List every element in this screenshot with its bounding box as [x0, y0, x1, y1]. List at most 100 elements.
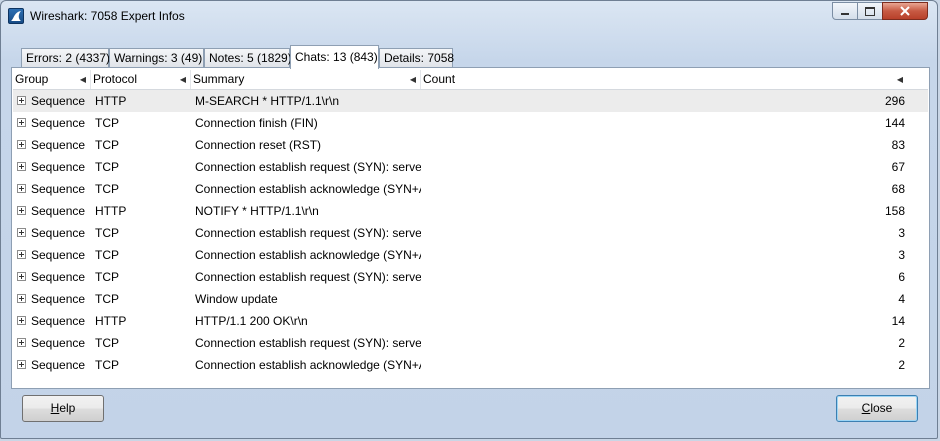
tab-details[interactable]: Details: 7058 [379, 48, 455, 68]
table-row[interactable]: Sequence TCP Connection establish request … [13, 332, 928, 354]
column-header-group[interactable]: Group ◀ [13, 70, 91, 89]
cell-protocol: HTTP [95, 204, 127, 218]
wireshark-fin-icon [8, 8, 24, 24]
column-label: Protocol [93, 72, 138, 86]
expert-infos-window: Wireshark: 7058 Expert Infos Errors: 2 (… [0, 0, 938, 439]
cell-group: Sequence [31, 94, 86, 108]
cell-protocol: TCP [95, 226, 119, 240]
expand-plus-icon[interactable] [17, 316, 26, 325]
table-row[interactable]: Sequence HTTP NOTIFY * HTTP/1.1\r\n 158 [13, 200, 928, 222]
expand-plus-icon[interactable] [17, 228, 26, 237]
table-row[interactable]: Sequence TCP Connection reset (RST) 83 [13, 134, 928, 156]
cell-group: Sequence [31, 248, 86, 262]
cell-group: Sequence [31, 160, 86, 174]
cell-protocol: TCP [95, 160, 119, 174]
cell-summary: Connection establish request (SYN): serv… [195, 270, 421, 284]
expand-plus-icon[interactable] [17, 118, 26, 127]
cell-summary: Connection finish (FIN) [195, 116, 318, 130]
cell-summary: Connection establish acknowledge (SYN+A [195, 358, 421, 372]
cell-count: 2 [898, 336, 905, 350]
table-row[interactable]: Sequence TCP Connection establish acknowle… [13, 354, 928, 376]
table-row[interactable]: Sequence TCP Connection establish request … [13, 266, 928, 288]
cell-count: 158 [884, 204, 905, 218]
table-row[interactable]: Sequence TCP Connection establish request … [13, 156, 928, 178]
column-header-summary[interactable]: Summary ◀ [191, 70, 421, 89]
sort-arrow-icon: ◀ [179, 75, 186, 84]
maximize-button[interactable] [857, 2, 883, 20]
cell-group: Sequence [31, 182, 86, 196]
sort-arrow-icon: ◀ [79, 75, 86, 84]
expand-plus-icon[interactable] [17, 96, 26, 105]
cell-summary: Window update [195, 292, 278, 306]
tab-label: Errors: 2 (4337) [26, 51, 111, 65]
help-label: elp [59, 401, 76, 415]
expand-plus-icon[interactable] [17, 338, 26, 347]
table-row[interactable]: Sequence HTTP M-SEARCH * HTTP/1.1\r\n 296 [13, 90, 928, 112]
minimize-button[interactable] [832, 2, 858, 20]
table-row[interactable]: Sequence TCP Connection finish (FIN) 144 [13, 112, 928, 134]
cell-protocol: TCP [95, 270, 119, 284]
tab-chats[interactable]: Chats: 13 (843) [290, 45, 379, 69]
cell-count: 3 [898, 248, 905, 262]
cell-protocol: TCP [95, 116, 119, 130]
minimize-icon [841, 13, 849, 15]
tab-label: Notes: 5 (1829) [209, 51, 292, 65]
cell-summary: HTTP/1.1 200 OK\r\n [195, 314, 308, 328]
expand-plus-icon[interactable] [17, 294, 26, 303]
table-row[interactable]: Sequence HTTP HTTP/1.1 200 OK\r\n 14 [13, 310, 928, 332]
cell-group: Sequence [31, 336, 86, 350]
expand-plus-icon[interactable] [17, 162, 26, 171]
cell-protocol: TCP [95, 292, 119, 306]
table-row[interactable]: Sequence TCP Window update 4 [13, 288, 928, 310]
cell-summary: Connection establish acknowledge (SYN+A [195, 182, 421, 196]
title-bar[interactable]: Wireshark: 7058 Expert Infos [1, 1, 937, 31]
expand-plus-icon[interactable] [17, 272, 26, 281]
cell-count: 296 [884, 94, 905, 108]
tab-warnings[interactable]: Warnings: 3 (49) [109, 48, 204, 68]
help-button[interactable]: Help [22, 395, 104, 422]
table-row[interactable]: Sequence TCP Connection establish acknowle… [13, 178, 928, 200]
close-window-button[interactable] [882, 2, 928, 20]
expand-plus-icon[interactable] [17, 250, 26, 259]
maximize-icon [865, 6, 875, 16]
cell-group: Sequence [31, 314, 86, 328]
cell-protocol: TCP [95, 138, 119, 152]
cell-group: Sequence [31, 138, 86, 152]
table-row[interactable]: Sequence TCP Connection establish request … [13, 222, 928, 244]
expand-plus-icon[interactable] [17, 184, 26, 193]
cell-count: 83 [891, 138, 905, 152]
tab-label: Chats: 13 (843) [295, 50, 378, 64]
cell-count: 4 [898, 292, 905, 306]
cell-group: Sequence [31, 292, 86, 306]
cell-summary: M-SEARCH * HTTP/1.1\r\n [195, 94, 340, 108]
tab-errors[interactable]: Errors: 2 (4337) [21, 48, 111, 68]
cell-protocol: HTTP [95, 314, 127, 328]
cell-group: Sequence [31, 358, 86, 372]
column-header-protocol[interactable]: Protocol ◀ [91, 70, 191, 89]
tab-label: Warnings: 3 (49) [114, 51, 203, 65]
tab-notes[interactable]: Notes: 5 (1829) [204, 48, 292, 68]
cell-summary: Connection establish acknowledge (SYN+A [195, 248, 421, 262]
sort-arrow-icon: ◀ [896, 75, 903, 84]
cell-count: 68 [891, 182, 905, 196]
column-label: Summary [193, 72, 245, 86]
chats-table-body: Sequence HTTP M-SEARCH * HTTP/1.1\r\n 296 Se… [13, 90, 928, 376]
close-label: lose [870, 401, 893, 415]
close-icon [900, 6, 910, 16]
cell-count: 3 [898, 226, 905, 240]
column-header-count[interactable]: Count ◀ [421, 70, 907, 89]
sort-arrow-icon: ◀ [409, 75, 416, 84]
cell-count: 14 [891, 314, 905, 328]
cell-summary: Connection establish request (SYN): serv… [195, 160, 421, 174]
close-button[interactable]: Close [836, 395, 918, 422]
table-row[interactable]: Sequence TCP Connection establish acknowle… [13, 244, 928, 266]
table-header: Group ◀ Protocol ◀ Summary ◀ Count ◀ [13, 70, 928, 90]
cell-summary: Connection establish request (SYN): serv… [195, 336, 421, 350]
expand-plus-icon[interactable] [17, 360, 26, 369]
expand-plus-icon[interactable] [17, 140, 26, 149]
expand-plus-icon[interactable] [17, 206, 26, 215]
column-label: Count [423, 72, 456, 86]
cell-summary: Connection reset (RST) [195, 138, 322, 152]
tab-label: Details: 7058 [384, 51, 455, 65]
chats-panel: Group ◀ Protocol ◀ Summary ◀ Count ◀ Sequenc… [11, 67, 930, 389]
